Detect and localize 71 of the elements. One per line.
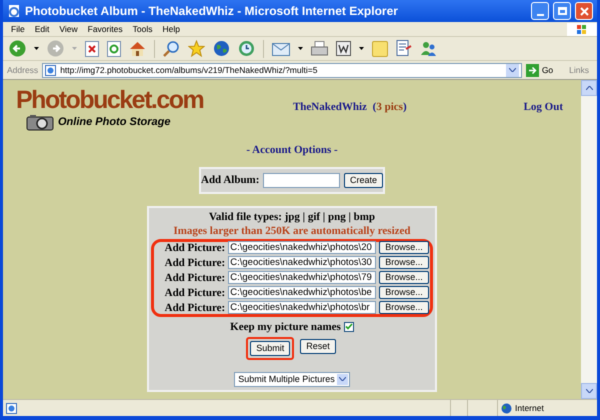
file-path-field[interactable]: C:\geocities\nakedwhiz\photos\be [228, 286, 376, 299]
scroll-up-icon[interactable] [586, 86, 592, 90]
address-label: Address [7, 64, 38, 76]
globe-icon [501, 402, 512, 414]
minimize-button[interactable] [531, 2, 549, 20]
checkbox[interactable] [344, 322, 354, 332]
browse-button[interactable]: Browse... [379, 271, 429, 284]
people-icon[interactable] [420, 40, 437, 56]
album-name-field[interactable] [263, 172, 340, 188]
browse-button[interactable]: Browse... [379, 286, 429, 299]
address-field[interactable]: http://img72.photobucket.com/albums/v219/TheNakedWhiz/?multi=5 [42, 62, 522, 78]
dropdown-arrow-icon[interactable] [298, 47, 303, 50]
paren-text: ) [402, 101, 407, 113]
mode-dropdown[interactable]: Submit Multiple Pictures [234, 372, 350, 386]
page-icon [6, 402, 17, 414]
document-icon[interactable] [336, 41, 351, 56]
star-icon[interactable] [188, 40, 205, 57]
go-button[interactable]: Go [526, 64, 554, 76]
file-types-text: Valid file types: jpg | gif | png | bmp [208, 210, 376, 224]
mail-icon[interactable] [272, 41, 290, 56]
dropdown-arrow-icon[interactable] [359, 47, 364, 50]
windows-logo-icon [567, 22, 597, 36]
home-icon[interactable] [129, 40, 146, 56]
security-zone: Internet [515, 402, 544, 414]
add-picture-label: Add Picture: [164, 300, 226, 314]
menu-item[interactable]: Tools [128, 22, 156, 36]
globe-icon[interactable] [213, 40, 230, 57]
keep-names-label: Keep my picture names [230, 320, 341, 334]
stop-icon[interactable] [85, 40, 99, 56]
browse-button[interactable]: Browse... [379, 256, 429, 269]
menu-item[interactable]: Favorites [84, 22, 127, 36]
close-icon [580, 6, 588, 16]
browse-button[interactable]: Browse... [379, 241, 429, 254]
picture-count: 3 pics [376, 101, 403, 113]
resize-notice: Images larger than 250K are automatically resized [173, 224, 411, 238]
browse-button[interactable]: Browse... [379, 301, 429, 314]
search-icon[interactable] [163, 40, 180, 57]
close-button[interactable] [575, 2, 593, 20]
add-picture-label: Add Picture: [164, 240, 226, 254]
edit-page-icon[interactable] [396, 40, 412, 57]
menu-item[interactable]: File [7, 22, 29, 36]
add-album-label: Add Album: [201, 172, 260, 188]
window-title: Photobucket Album - TheNakedWhiz - Microsoft Internet Explorer [25, 3, 399, 20]
file-path-field[interactable]: C:\geocities\nakedwhiz\photos\79 [228, 271, 376, 284]
create-button[interactable]: Create [344, 172, 383, 188]
logo-tagline: Online Photo Storage [58, 115, 170, 130]
printer-icon[interactable] [311, 41, 328, 56]
menu-item[interactable]: View [55, 22, 82, 36]
log-out-link[interactable]: Log Out [524, 86, 568, 116]
paren-text: ( [372, 101, 376, 113]
file-path-field[interactable]: C:\geocities\nakedwhiz\photos\20 [228, 241, 376, 254]
scroll-down-icon[interactable] [586, 389, 592, 393]
dropdown-arrow-icon[interactable] [34, 47, 39, 50]
logo-title: Photobucket.com [16, 86, 204, 114]
username-link[interactable]: TheNakedWhiz [292, 101, 367, 113]
file-path-field[interactable]: C:\geocities\nakedwhiz\photos\br [228, 301, 376, 314]
scrollbar[interactable] [581, 80, 597, 399]
add-picture-label: Add Picture: [164, 286, 226, 300]
section-heading: - Account Options - [246, 143, 338, 158]
menu-item[interactable]: Edit [30, 22, 54, 36]
file-path-field[interactable]: C:\geocities\nakedwhiz\photos\30 [228, 256, 376, 269]
go-arrow-icon [526, 64, 539, 76]
add-picture-label: Add Picture: [164, 270, 226, 284]
camera-icon [26, 114, 54, 131]
submit-button[interactable]: Submit [250, 340, 290, 356]
maximize-button[interactable] [553, 2, 571, 20]
menu-item[interactable]: Help [158, 22, 184, 36]
page-icon [45, 64, 56, 76]
reset-button[interactable]: Reset [300, 338, 336, 354]
add-picture-label: Add Picture: [164, 256, 226, 270]
browser-icon [7, 4, 21, 18]
